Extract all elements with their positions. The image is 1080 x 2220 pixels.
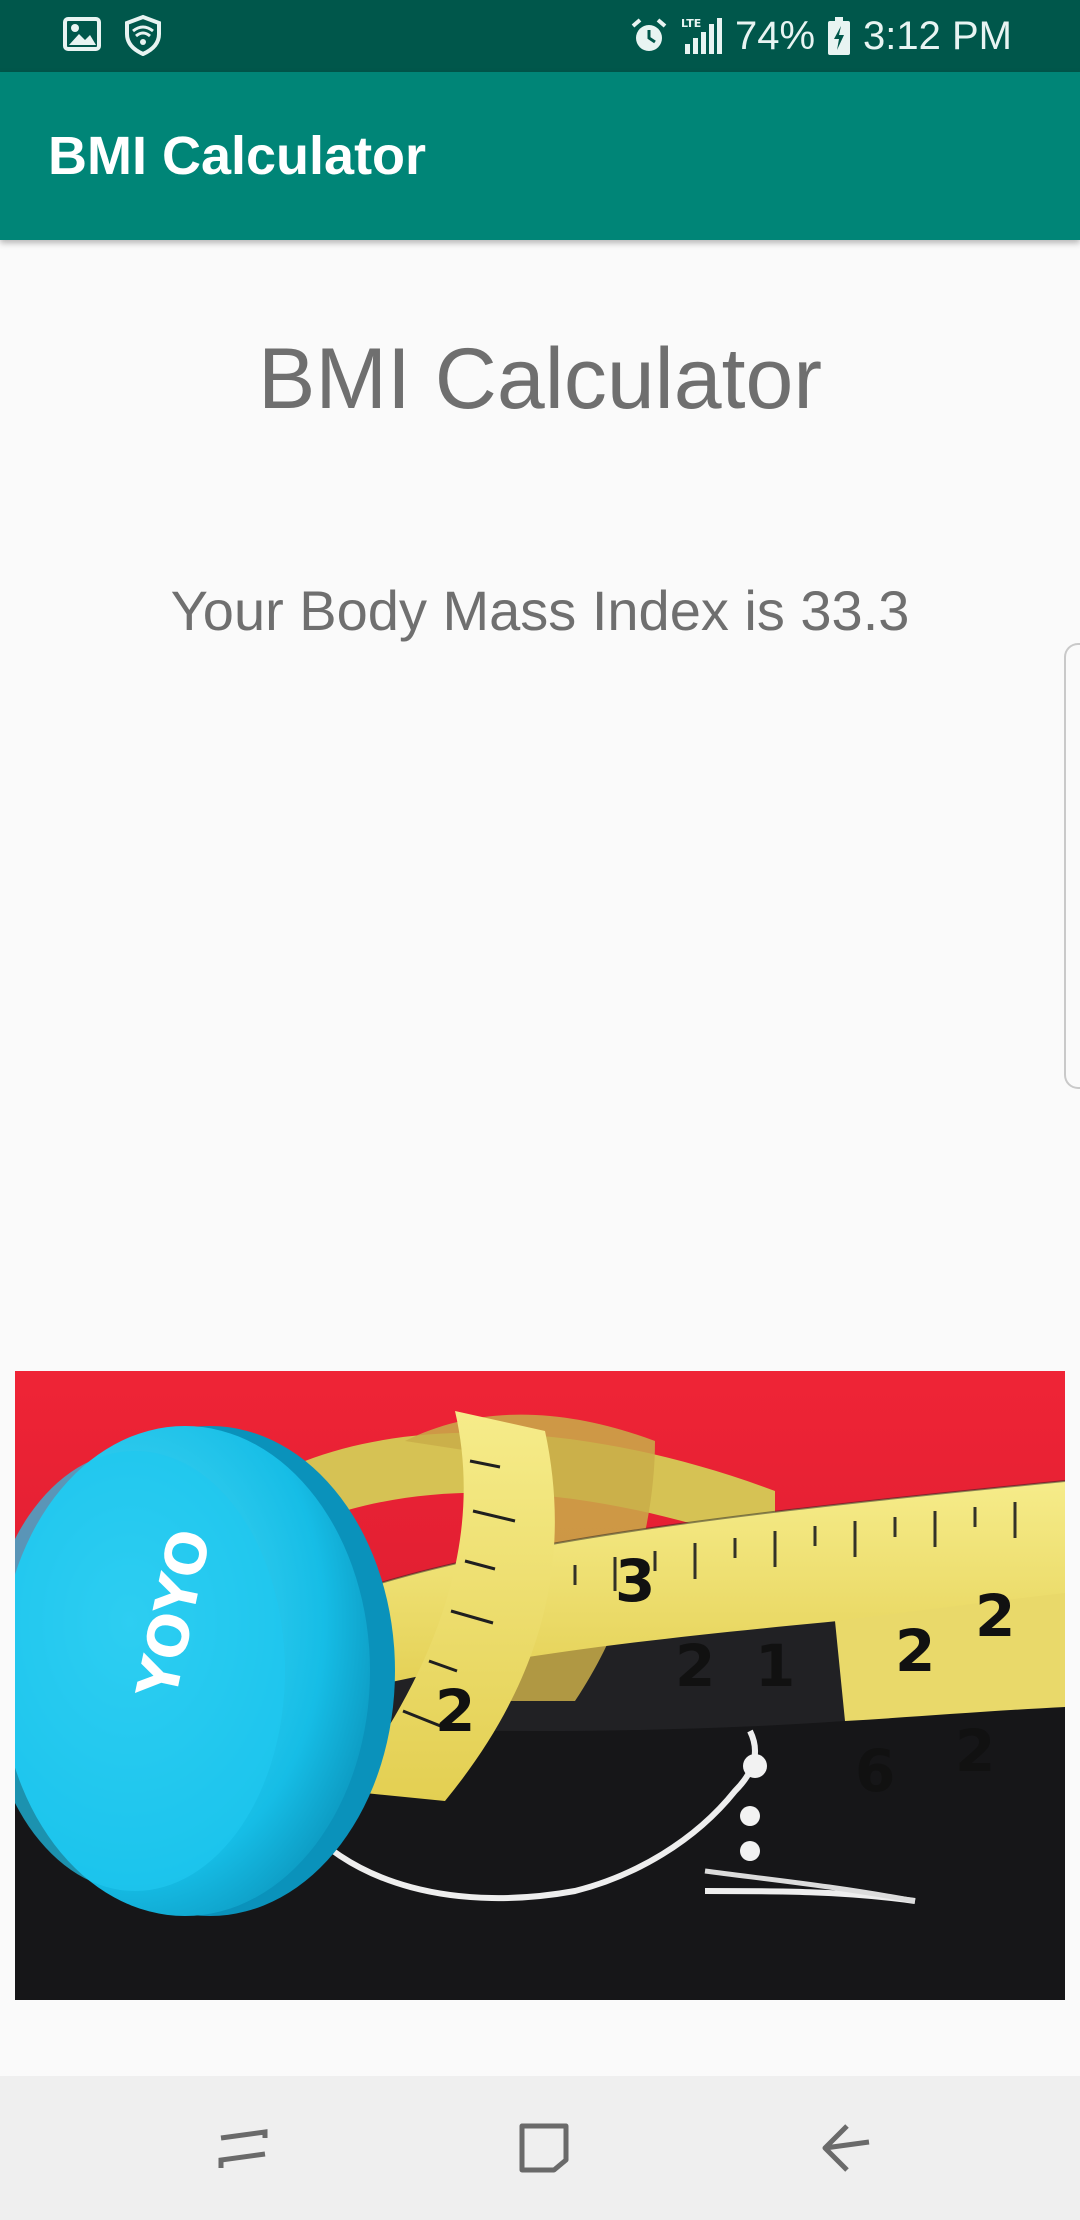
- tape-number: 2: [955, 1717, 995, 1785]
- tape-number: 2: [435, 1677, 475, 1745]
- app-bar: BMI Calculator: [0, 72, 1080, 240]
- bmi-result-text: Your Body Mass Index is 33.3: [170, 579, 910, 642]
- home-icon: [519, 2123, 569, 2173]
- back-button[interactable]: [807, 2108, 887, 2188]
- home-button[interactable]: [504, 2108, 584, 2188]
- status-time: 3:12 PM: [863, 13, 1012, 58]
- tape-number: 3: [615, 1547, 655, 1615]
- back-arrow-icon: [822, 2124, 870, 2172]
- tape-number: 2: [975, 1582, 1015, 1650]
- tape-number: 1: [755, 1632, 795, 1700]
- gallery-icon: [62, 14, 102, 56]
- signal-icon: LTE: [681, 16, 723, 56]
- page-heading: BMI Calculator: [258, 331, 822, 427]
- edge-panel-handle[interactable]: [1064, 643, 1080, 1089]
- tape-number: 6: [855, 1737, 895, 1805]
- tape-number: 2: [675, 1632, 715, 1700]
- alarm-icon: [629, 16, 669, 56]
- battery-percent: 74%: [734, 13, 816, 58]
- lte-label: LTE: [681, 17, 701, 30]
- battery-icon: [827, 16, 851, 56]
- wifi-shield-icon: [122, 14, 164, 56]
- recents-icon: [218, 2129, 268, 2168]
- recents-button[interactable]: [203, 2108, 283, 2188]
- status-right-icons: LTE 74% 3:12 PM: [629, 10, 1012, 62]
- status-left-icons: [62, 14, 164, 56]
- status-bar: LTE 74% 3:12 PM: [0, 0, 1080, 72]
- tape-number: 2: [895, 1617, 935, 1685]
- app-bar-title: BMI Calculator: [48, 126, 427, 186]
- navigation-bar: [0, 2076, 1080, 2220]
- yoyo-tape-image: 3 2 1 2 2 2 6 2 YOYO: [15, 1371, 1065, 2000]
